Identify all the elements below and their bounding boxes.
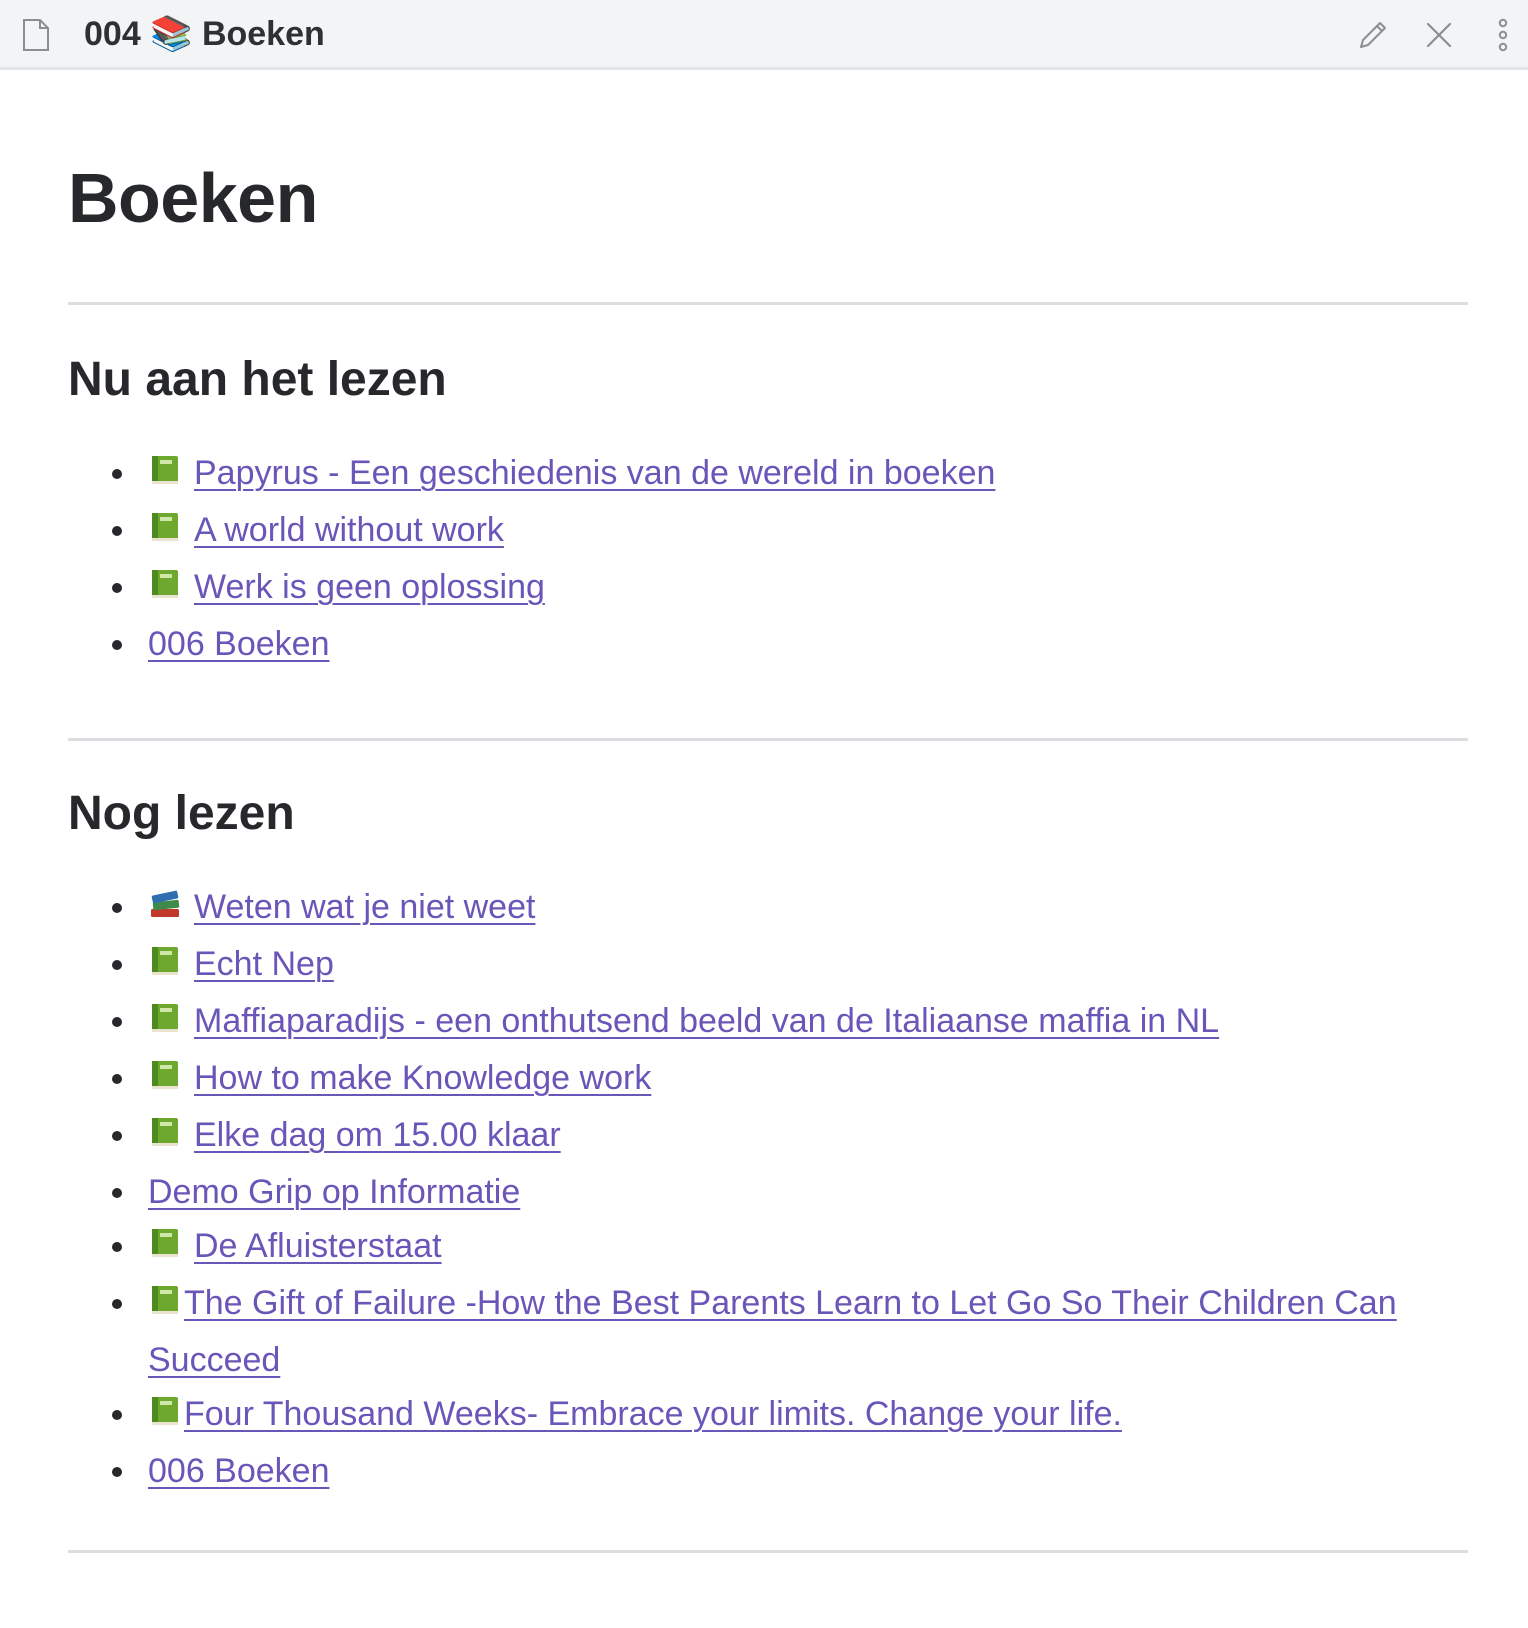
list-item: The Gift of Failure -How the Best Parent…: [68, 1276, 1468, 1387]
green-book-icon: [148, 997, 182, 1051]
section-heading-to-read: Nog lezen: [68, 787, 295, 840]
green-book-icon: [148, 449, 182, 503]
list-item: Maffiaparadijs - een onthutsend beeld va…: [68, 994, 1468, 1051]
bullet: [112, 1242, 122, 1252]
bullet: [112, 469, 122, 479]
list-item: Elke dag om 15.00 klaar: [68, 1108, 1468, 1165]
bullet: [112, 1467, 122, 1477]
green-book-icon: [148, 1279, 182, 1333]
divider: [68, 1550, 1468, 1553]
more-options-icon[interactable]: [1484, 16, 1522, 54]
tab-title: 004 📚 Boeken: [84, 15, 325, 53]
book-link[interactable]: How to make Knowledge work: [148, 1059, 651, 1097]
bullet: [112, 526, 122, 536]
book-link[interactable]: Demo Grip op Informatie: [148, 1173, 520, 1211]
list-item: Werk is geen oplossing: [68, 560, 1468, 617]
tab-header: 004 📚 Boeken: [0, 0, 1528, 70]
book-link[interactable]: Echt Nep: [148, 945, 334, 983]
green-book-icon: [148, 506, 182, 560]
book-link[interactable]: 006 Boeken: [148, 1452, 330, 1490]
edit-pencil-icon[interactable]: [1354, 16, 1392, 54]
green-book-icon: [148, 1390, 182, 1444]
list-item: 006 Boeken: [68, 1444, 1468, 1498]
book-link-label: Echt Nep: [194, 945, 334, 983]
book-link[interactable]: 006 Boeken: [148, 625, 330, 663]
list-item: Four Thousand Weeks- Embrace your limits…: [68, 1387, 1468, 1444]
list-item: How to make Knowledge work: [68, 1051, 1468, 1108]
book-link[interactable]: Weten wat je niet weet: [148, 888, 535, 926]
list-item: A world without work: [68, 503, 1468, 560]
bullet: [112, 1299, 122, 1309]
close-icon[interactable]: [1420, 16, 1458, 54]
book-link[interactable]: Papyrus - Een geschiedenis van de wereld…: [148, 454, 995, 492]
book-link-label: 006 Boeken: [148, 1452, 330, 1490]
book-link-label: How to make Knowledge work: [194, 1059, 652, 1097]
divider: [68, 738, 1468, 741]
bullet: [112, 1410, 122, 1420]
book-link[interactable]: The Gift of Failure -How the Best Parent…: [148, 1284, 1397, 1379]
bullet: [112, 1188, 122, 1198]
green-book-icon: [148, 1222, 182, 1276]
book-link[interactable]: Maffiaparadijs - een onthutsend beeld va…: [148, 1002, 1219, 1040]
book-link-label: Maffiaparadijs - een onthutsend beeld va…: [194, 1002, 1220, 1040]
green-book-icon: [148, 563, 182, 617]
list-item: 006 Boeken: [68, 617, 1468, 671]
book-link-label: De Afluisterstaat: [194, 1227, 442, 1265]
bullet: [112, 1131, 122, 1141]
book-link-label: Four Thousand Weeks- Embrace your limits…: [184, 1395, 1122, 1433]
bullet: [112, 1017, 122, 1027]
divider: [68, 302, 1468, 305]
book-link-label: Papyrus - Een geschiedenis van de wereld…: [194, 454, 996, 492]
to-read-list: Weten wat je niet weet Echt Nep Maffiapara…: [68, 880, 1468, 1498]
book-link[interactable]: Four Thousand Weeks- Embrace your limits…: [148, 1395, 1122, 1433]
list-item: Echt Nep: [68, 937, 1468, 994]
reading-list: Papyrus - Een geschiedenis van de wereld…: [68, 446, 1468, 671]
book-link-label: 006 Boeken: [148, 625, 330, 663]
list-item: Weten wat je niet weet: [68, 880, 1468, 937]
book-link-label: Demo Grip op Informatie: [148, 1173, 521, 1211]
book-link[interactable]: De Afluisterstaat: [148, 1227, 442, 1265]
bullet: [112, 903, 122, 913]
book-link-label: A world without work: [194, 511, 504, 549]
book-link[interactable]: Elke dag om 15.00 klaar: [148, 1116, 561, 1154]
green-book-icon: [148, 940, 182, 994]
bullet: [112, 583, 122, 593]
page-title: Boeken: [68, 159, 318, 237]
books-stack-icon: [148, 883, 182, 937]
book-link-label: The Gift of Failure -How the Best Parent…: [148, 1284, 1397, 1379]
book-link-label: Weten wat je niet weet: [194, 888, 536, 926]
list-item: De Afluisterstaat: [68, 1219, 1468, 1276]
bullet: [112, 960, 122, 970]
green-book-icon: [148, 1111, 182, 1165]
book-link[interactable]: A world without work: [148, 511, 504, 549]
book-link[interactable]: Werk is geen oplossing: [148, 568, 545, 606]
file-icon: [22, 18, 50, 52]
book-link-label: Werk is geen oplossing: [194, 568, 545, 606]
bullet: [112, 640, 122, 650]
section-heading-reading: Nu aan het lezen: [68, 353, 447, 406]
list-item: Papyrus - Een geschiedenis van de wereld…: [68, 446, 1468, 503]
book-link-label: Elke dag om 15.00 klaar: [194, 1116, 561, 1154]
green-book-icon: [148, 1054, 182, 1108]
bullet: [112, 1074, 122, 1084]
list-item: Demo Grip op Informatie: [68, 1165, 1468, 1219]
